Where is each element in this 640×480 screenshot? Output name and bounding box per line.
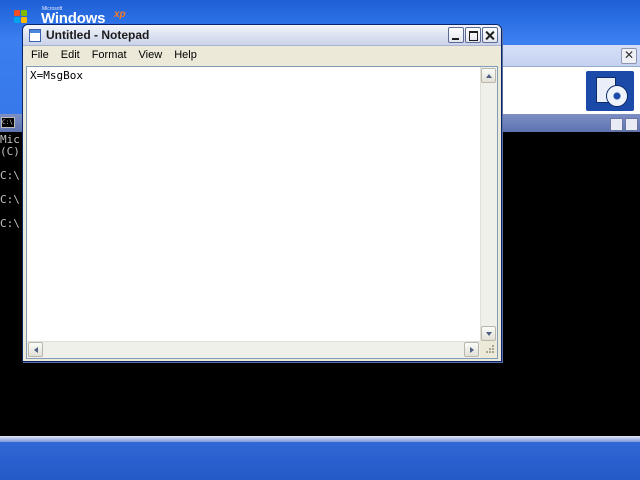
background-dialog: ✕	[480, 45, 640, 115]
cmd-line: C:\	[0, 193, 20, 206]
command-prompt-output: Mic (C) C:\ C:\ C:\	[0, 134, 20, 230]
scroll-down-button[interactable]	[481, 326, 496, 341]
arrow-left-icon	[34, 347, 38, 353]
cmd-line: C:\	[0, 217, 20, 230]
arrow-down-icon	[486, 332, 492, 336]
logo-xp-text: xp	[114, 9, 126, 20]
background-dialog-title-bar[interactable]: ✕	[480, 45, 640, 67]
notepad-window[interactable]: Untitled - Notepad File Edit Format View Hel…	[22, 24, 502, 362]
menu-file[interactable]: File	[25, 47, 55, 65]
editor-content[interactable]: X=MsgBox	[30, 69, 83, 82]
horizontal-scrollbar[interactable]	[27, 341, 480, 358]
menu-bar: File Edit Format View Help	[25, 47, 499, 65]
menu-edit[interactable]: Edit	[55, 47, 86, 65]
command-prompt-window-controls	[608, 116, 638, 135]
taskbar[interactable]	[0, 442, 640, 480]
close-button[interactable]	[482, 27, 498, 43]
command-prompt-maximize-button[interactable]	[625, 118, 638, 131]
windows-xp-logo: Microsoft Windows xp	[14, 4, 134, 27]
menu-view[interactable]: View	[133, 47, 169, 65]
vertical-scrollbar[interactable]	[480, 67, 497, 342]
cmd-line: C:\	[0, 169, 20, 182]
maximize-button[interactable]	[465, 27, 481, 43]
windows-flag-icon	[14, 10, 28, 24]
notepad-icon[interactable]	[29, 29, 41, 42]
cmd-line: (C)	[0, 145, 20, 158]
resize-grip-icon[interactable]	[480, 341, 497, 358]
minimize-button[interactable]	[448, 27, 464, 43]
arrow-up-icon	[486, 74, 492, 78]
notepad-title: Untitled - Notepad	[46, 28, 150, 42]
arrow-right-icon	[470, 347, 474, 353]
scroll-left-button[interactable]	[28, 342, 43, 357]
scroll-up-button[interactable]	[481, 68, 496, 83]
scroll-right-button[interactable]	[464, 342, 479, 357]
background-dialog-close-button[interactable]: ✕	[621, 48, 637, 64]
software-box-disc-icon	[586, 71, 634, 111]
command-prompt-icon: C:\	[1, 117, 15, 128]
menu-format[interactable]: Format	[86, 47, 133, 65]
menu-help[interactable]: Help	[168, 47, 203, 65]
command-prompt-minimize-button[interactable]	[610, 118, 623, 131]
text-editor-area[interactable]: X=MsgBox	[26, 66, 498, 359]
notepad-title-bar[interactable]: Untitled - Notepad	[23, 25, 501, 46]
